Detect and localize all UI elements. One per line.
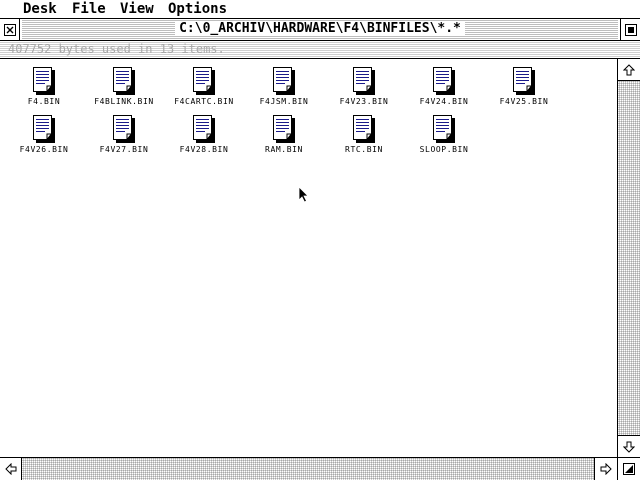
file-name: RTC.BIN [345, 145, 383, 154]
arrow-right-icon [600, 463, 612, 475]
document-icon [353, 67, 375, 95]
arrow-down-icon [623, 441, 635, 453]
file-name: F4.BIN [27, 97, 61, 106]
info-bar: 407752 bytes used in 13 items. [0, 41, 640, 59]
menu-view[interactable]: View [120, 1, 154, 17]
horizontal-scroll-track[interactable] [22, 458, 595, 480]
document-icon [433, 67, 455, 95]
vertical-scroll-track[interactable] [618, 80, 640, 436]
fuller-button[interactable] [620, 19, 640, 40]
scroll-left-button[interactable] [0, 458, 22, 480]
file-item[interactable]: F4V28.BIN [164, 115, 244, 161]
menu-desk[interactable]: Desk [23, 1, 57, 17]
file-name: F4V28.BIN [179, 145, 229, 154]
menu-bar: Desk File View Options [0, 0, 640, 19]
window-title: C:\0_ARCHIV\HARDWARE\F4\BINFILES\*.* [175, 21, 465, 36]
document-icon [353, 115, 375, 143]
document-icon [513, 67, 535, 95]
mouse-pointer-icon [298, 186, 309, 203]
document-icon [273, 115, 295, 143]
document-icon [113, 67, 135, 95]
file-name: F4V26.BIN [19, 145, 69, 154]
menu-file[interactable]: File [72, 1, 106, 17]
file-name: F4V24.BIN [419, 97, 469, 106]
file-item[interactable]: F4BLINK.BIN [84, 67, 164, 113]
file-item[interactable]: F4V26.BIN [4, 115, 84, 161]
file-item[interactable]: F4.BIN [4, 67, 84, 113]
file-name: F4V25.BIN [499, 97, 549, 106]
file-name: F4V27.BIN [99, 145, 149, 154]
scroll-up-button[interactable] [618, 59, 640, 80]
document-icon [33, 115, 55, 143]
document-icon [273, 67, 295, 95]
file-name: SLOOP.BIN [419, 145, 469, 154]
document-icon [433, 115, 455, 143]
file-item[interactable]: SLOOP.BIN [404, 115, 484, 161]
info-text: 407752 bytes used in 13 items. [8, 42, 225, 56]
desktop-window: C:\0_ARCHIV\HARDWARE\F4\BINFILES\*.* 407… [0, 19, 640, 480]
file-item[interactable]: RTC.BIN [324, 115, 404, 161]
size-box-icon [623, 463, 635, 475]
scroll-right-button[interactable] [595, 458, 617, 480]
file-name: F4JSM.BIN [259, 97, 309, 106]
horizontal-scrollbar[interactable] [0, 457, 617, 480]
file-area[interactable]: F4.BIN F4BLINK.BIN F4CARTC.BIN F4JSM.BIN F4V… [0, 59, 617, 457]
document-icon [33, 67, 55, 95]
document-icon [193, 115, 215, 143]
file-item[interactable]: F4V24.BIN [404, 67, 484, 113]
arrow-up-icon [623, 63, 635, 75]
close-button[interactable] [0, 19, 20, 40]
menu-options[interactable]: Options [168, 1, 227, 17]
file-name: RAM.BIN [265, 145, 303, 154]
document-icon [193, 67, 215, 95]
file-name: F4CARTC.BIN [174, 97, 234, 106]
fuller-box-icon [624, 23, 637, 36]
window-title-bar[interactable]: C:\0_ARCHIV\HARDWARE\F4\BINFILES\*.* [0, 19, 640, 41]
file-name: F4BLINK.BIN [94, 97, 154, 106]
file-item[interactable]: RAM.BIN [244, 115, 324, 161]
file-item[interactable]: F4V25.BIN [484, 67, 564, 113]
scroll-down-button[interactable] [618, 436, 640, 457]
file-item[interactable]: F4V23.BIN [324, 67, 404, 113]
file-item[interactable]: F4V27.BIN [84, 115, 164, 161]
arrow-left-icon [4, 463, 16, 475]
document-icon [113, 115, 135, 143]
vertical-scrollbar[interactable] [617, 59, 640, 457]
close-box-icon [3, 23, 16, 36]
file-name: F4V23.BIN [339, 97, 389, 106]
size-button[interactable] [617, 457, 640, 480]
file-item[interactable]: F4CARTC.BIN [164, 67, 244, 113]
file-item[interactable]: F4JSM.BIN [244, 67, 324, 113]
